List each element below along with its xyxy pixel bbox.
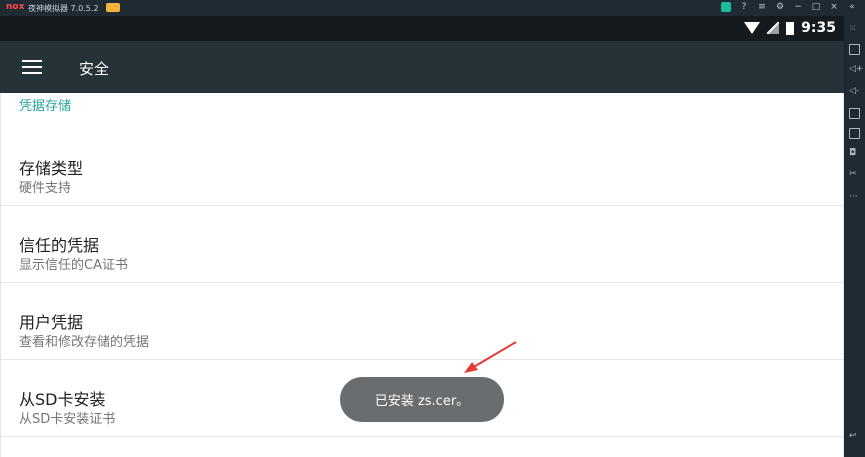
add-file-icon[interactable] — [849, 128, 860, 139]
battery-icon — [786, 21, 795, 35]
app-bar: 安全 — [0, 41, 844, 93]
emulator-titlebar: nox 夜神模拟器 7.0.5.2 ? ≡ ⚙ − □ × « — [0, 0, 865, 16]
pref-summary: 硬件支持 — [19, 181, 72, 196]
screenshot-icon[interactable]: ◘ — [849, 148, 856, 158]
status-icons: 9:35 — [744, 20, 836, 36]
menu-icon[interactable]: ≡ — [757, 1, 767, 13]
section-header: 凭据存储 — [19, 99, 72, 114]
maximize-icon[interactable]: □ — [811, 1, 821, 13]
back-icon[interactable]: ↩ — [849, 431, 857, 441]
emulator-logo: nox — [6, 2, 25, 12]
window-controls: ? ≡ ⚙ − □ × « — [721, 1, 857, 13]
screen-icon[interactable] — [849, 44, 860, 55]
annotation-arrow-icon — [464, 341, 517, 373]
pref-storage-type[interactable]: 存储类型 硬件支持 — [1, 129, 843, 206]
pref-summary: 显示信任的CA证书 — [19, 258, 128, 273]
collapse-sidebar-icon[interactable]: « — [847, 1, 857, 13]
hamburger-menu-icon[interactable] — [22, 59, 42, 75]
green-app-icon[interactable] — [721, 2, 731, 12]
emulator-title: 夜神模拟器 7.0.5.2 — [28, 4, 99, 13]
pref-user-credentials[interactable]: 用户凭据 查看和修改存储的凭据 — [1, 283, 843, 360]
pref-trusted-credentials[interactable]: 信任的凭据 显示信任的CA证书 — [1, 206, 843, 283]
more-icon[interactable]: ··· — [849, 192, 858, 202]
pref-title: 用户凭据 — [19, 313, 84, 332]
pref-summary: 从SD卡安装证书 — [19, 412, 116, 427]
pref-title: 从SD卡安装 — [19, 390, 106, 409]
volume-down-icon[interactable]: ◁- — [849, 86, 859, 96]
settings-icon[interactable]: ⚙ — [775, 1, 785, 13]
android-status-bar: 9:35 — [0, 16, 844, 41]
pref-title: 存储类型 — [19, 159, 84, 178]
help-icon[interactable]: ? — [739, 1, 749, 13]
pref-title: 信任的凭据 — [19, 236, 100, 255]
minimize-icon[interactable]: − — [793, 1, 803, 13]
wifi-icon — [744, 22, 761, 34]
toast-message: 已安装 zs.cer。 — [340, 377, 504, 422]
dots-grid-icon[interactable]: ⁙ — [849, 24, 857, 34]
apk-install-icon[interactable] — [849, 108, 860, 119]
scissors-icon[interactable]: ✂ — [849, 169, 857, 179]
no-signal-icon — [767, 22, 780, 34]
gamepad-icon[interactable] — [106, 3, 120, 12]
close-icon[interactable]: × — [829, 1, 839, 13]
volume-up-icon[interactable]: ◁+ — [849, 64, 863, 74]
emulator-sidebar: ⁙ ◁+ ◁- ◘ ✂ ··· ↩ — [844, 16, 865, 457]
page-title: 安全 — [79, 60, 110, 78]
status-time: 9:35 — [801, 20, 836, 36]
pref-summary: 查看和修改存储的凭据 — [19, 335, 150, 350]
